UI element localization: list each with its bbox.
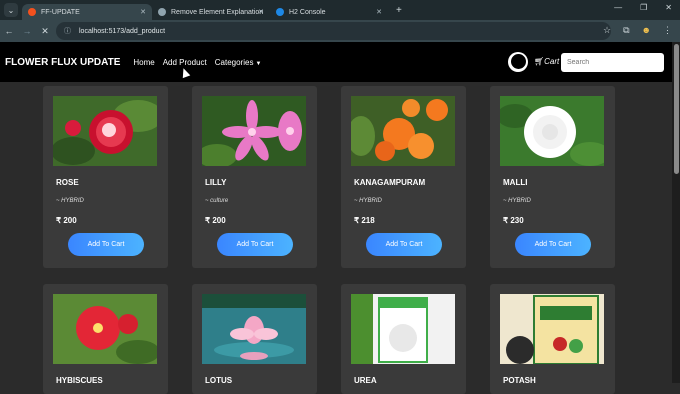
tab-title: H2 Console bbox=[289, 8, 326, 16]
kanagampuram-image bbox=[351, 96, 455, 166]
product-image-malli bbox=[500, 96, 604, 166]
product-name: HYBISCUES bbox=[56, 376, 103, 385]
extensions-icon[interactable]: ⧉ bbox=[623, 25, 629, 36]
scrollbar-thumb[interactable] bbox=[674, 44, 679, 174]
lily-image bbox=[202, 96, 306, 166]
product-card-malli: MALLI ~ HYBRID ₹ 230 Add To Cart bbox=[490, 86, 615, 268]
nav-link-home[interactable]: Home bbox=[133, 58, 154, 67]
product-type: ~ HYBRID bbox=[503, 198, 531, 204]
maximize-icon[interactable]: ❐ bbox=[640, 3, 647, 12]
bookmark-star-icon[interactable]: ☆ bbox=[603, 25, 611, 36]
product-image-potash bbox=[500, 294, 604, 364]
product-card-potash: POTASH bbox=[490, 284, 615, 394]
product-type: ~ HYBRID bbox=[56, 198, 84, 204]
nav-links: Home Add Product Categories ▼ bbox=[133, 58, 261, 67]
product-price: ₹ 200 bbox=[56, 216, 77, 225]
product-name: POTASH bbox=[503, 376, 536, 385]
hibiscus-image bbox=[53, 294, 157, 364]
cart-label: Cart bbox=[544, 57, 560, 66]
browser-tab-strip: ⌄ FF-UPDATE ✕ Remove Element Explanation… bbox=[0, 0, 680, 20]
product-type: ~ HYBRID bbox=[354, 198, 382, 204]
new-tab-icon[interactable]: + bbox=[396, 5, 402, 16]
product-card-urea: UREA bbox=[341, 284, 466, 394]
product-price: ₹ 218 bbox=[354, 216, 375, 225]
add-to-cart-button[interactable]: Add To Cart bbox=[68, 233, 144, 256]
urea-image bbox=[351, 294, 455, 364]
toolbar-actions: ☆ ⧉ ☻ ⋮ bbox=[603, 25, 672, 36]
more-menu-icon[interactable]: ⋮ bbox=[663, 25, 672, 36]
product-card-lotus: LOTUS bbox=[192, 284, 317, 394]
product-price: ₹ 230 bbox=[503, 216, 524, 225]
product-card-hybiscues: HYBISCUES bbox=[43, 284, 168, 394]
add-to-cart-button[interactable]: Add To Cart bbox=[515, 233, 591, 256]
cart-link[interactable]: 🛒︎Cart bbox=[534, 57, 559, 66]
product-image-lotus bbox=[202, 294, 306, 364]
lotus-image bbox=[202, 294, 306, 364]
tab-title: FF-UPDATE bbox=[41, 8, 80, 16]
theme-toggle-moon-icon[interactable] bbox=[508, 52, 528, 72]
back-icon[interactable]: ← bbox=[0, 26, 18, 36]
product-image-lilly bbox=[202, 96, 306, 166]
site-info-icon[interactable]: ⓘ bbox=[64, 26, 71, 36]
tab-favicon-icon bbox=[28, 8, 36, 16]
product-name: MALLI bbox=[503, 178, 528, 187]
caret-down-icon: ▼ bbox=[255, 60, 262, 67]
add-to-cart-button[interactable]: Add To Cart bbox=[217, 233, 293, 256]
address-bar[interactable]: ⓘ localhost:5173/add_product bbox=[56, 22, 611, 40]
close-tab-icon[interactable]: ✕ bbox=[140, 8, 146, 16]
close-tab-icon[interactable]: ✕ bbox=[258, 8, 264, 16]
url-text: localhost:5173/add_product bbox=[79, 27, 166, 35]
tab-favicon-icon bbox=[158, 8, 166, 16]
browser-tab-h2-console[interactable]: H2 Console ✕ bbox=[270, 4, 388, 20]
minimize-icon[interactable]: — bbox=[614, 3, 622, 12]
nav-categories-label: Categories bbox=[214, 57, 254, 67]
product-card-rose: ROSE ~ HYBRID ₹ 200 Add To Cart bbox=[43, 86, 168, 268]
product-type: ~ culture bbox=[205, 198, 229, 204]
profile-avatar[interactable]: ☻ bbox=[642, 25, 651, 36]
product-card-lilly: LILLY ~ culture ₹ 200 Add To Cart bbox=[192, 86, 317, 268]
product-name: LOTUS bbox=[205, 376, 233, 385]
product-image-kanagampuram bbox=[351, 96, 455, 166]
close-window-icon[interactable]: ✕ bbox=[665, 3, 672, 12]
product-image-hybiscues bbox=[53, 294, 157, 364]
product-image-rose bbox=[53, 96, 157, 166]
add-to-cart-button[interactable]: Add To Cart bbox=[366, 233, 442, 256]
malli-image bbox=[500, 96, 604, 166]
browser-tab-ff-update[interactable]: FF-UPDATE ✕ bbox=[22, 4, 152, 20]
product-image-urea bbox=[351, 294, 455, 364]
potash-image bbox=[500, 294, 604, 364]
tab-favicon-icon bbox=[276, 8, 284, 16]
site-brand[interactable]: FLOWER FLUX UPDATE bbox=[5, 57, 120, 68]
tab-title: Remove Element Explanation bbox=[171, 8, 264, 16]
product-name: KANAGAMPURAM bbox=[354, 178, 426, 187]
forward-icon[interactable]: → bbox=[18, 26, 36, 36]
window-controls: — ❐ ✕ bbox=[614, 3, 672, 12]
close-tab-icon[interactable]: ✕ bbox=[376, 8, 382, 16]
nav-link-add-product[interactable]: Add Product bbox=[163, 58, 207, 67]
product-name: ROSE bbox=[56, 178, 79, 187]
rose-image bbox=[53, 96, 157, 166]
stop-loading-icon[interactable]: ✕ bbox=[36, 26, 54, 37]
browser-toolbar: ← → ✕ ⓘ localhost:5173/add_product ☆ ⧉ ☻… bbox=[0, 20, 680, 42]
search-input[interactable] bbox=[561, 53, 664, 72]
cart-icon: 🛒︎ bbox=[534, 57, 545, 66]
browser-tab-remove-element[interactable]: Remove Element Explanation ✕ bbox=[152, 4, 270, 20]
tab-search-icon[interactable]: ⌄ bbox=[4, 3, 18, 17]
product-card-kanagampuram: KANAGAMPURAM ~ HYBRID ₹ 218 Add To Cart bbox=[341, 86, 466, 268]
product-name: UREA bbox=[354, 376, 377, 385]
nav-dropdown-categories[interactable]: Categories ▼ bbox=[215, 58, 262, 67]
product-name: LILLY bbox=[205, 178, 227, 187]
product-price: ₹ 200 bbox=[205, 216, 226, 225]
